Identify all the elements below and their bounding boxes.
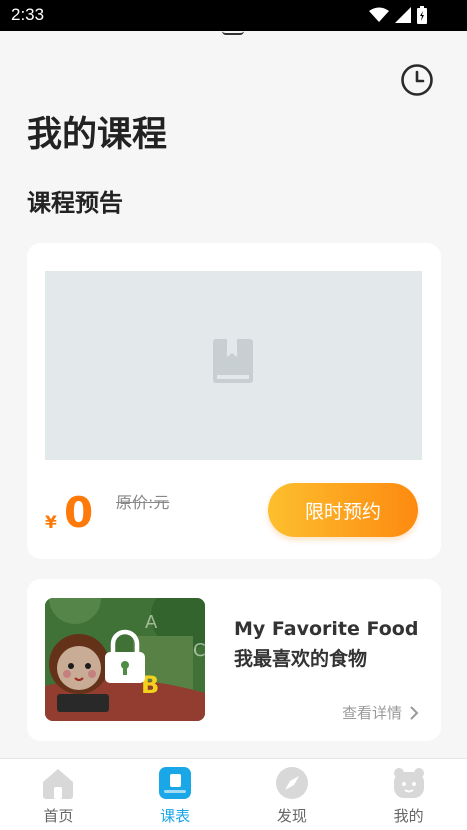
course-thumbnail: A B C [45,598,205,721]
course-preview-card[interactable]: ¥ 0 原价:元 限时预约 [27,243,441,559]
preview-image-placeholder [45,271,422,460]
course-card[interactable]: A B C My Favorite Food 我最喜欢的食物 查看详情 [27,579,441,741]
history-button[interactable] [400,63,434,97]
tab-profile-label: 我的 [393,807,424,825]
tab-profile[interactable]: 我的 [350,759,467,830]
thumb-letter-c: C [193,640,205,661]
course-title: My Favorite Food 我最喜欢的食物 [234,618,419,670]
tab-discover[interactable]: 发现 [234,759,351,830]
page: 我的课程 课程预告 ¥ 0 原价:元 限时预约 A B C My Favorit… [0,31,467,758]
compass-icon [275,767,308,799]
tab-schedule[interactable]: 课表 [117,759,234,830]
view-details-label: 查看详情 [342,704,403,722]
course-illustration: A B C [45,598,205,721]
tab-schedule-label: 课表 [160,807,191,825]
chevron-right-icon [410,706,419,719]
tab-discover-label: 发现 [276,807,307,825]
profile-icon [393,768,424,798]
schedule-icon [159,767,192,799]
price-currency: ¥ [45,513,57,533]
original-price: 原价:元 [116,493,170,512]
wifi-icon [369,7,389,22]
home-icon [43,769,74,799]
clock-icon [401,64,433,96]
signal-icon [395,7,411,23]
section-title-preview: 课程预告 [27,189,123,217]
reserve-button[interactable]: 限时预约 [268,483,418,537]
price-value: 0 [64,488,94,537]
tab-home[interactable]: 首页 [0,759,117,830]
tab-home-label: 首页 [43,807,74,825]
status-bar: 2:33 [0,0,467,31]
thumb-letter-a: A [145,612,158,633]
battery-icon [417,6,427,24]
status-time: 2:33 [11,5,45,24]
bottom-tab-bar: 首页 课表 发现 我的 [0,758,467,830]
page-title: 我的课程 [27,115,168,155]
book-icon [213,339,253,383]
view-details-link[interactable]: 查看详情 [342,702,419,723]
status-icons [369,6,427,24]
decorative-arc [222,31,244,35]
